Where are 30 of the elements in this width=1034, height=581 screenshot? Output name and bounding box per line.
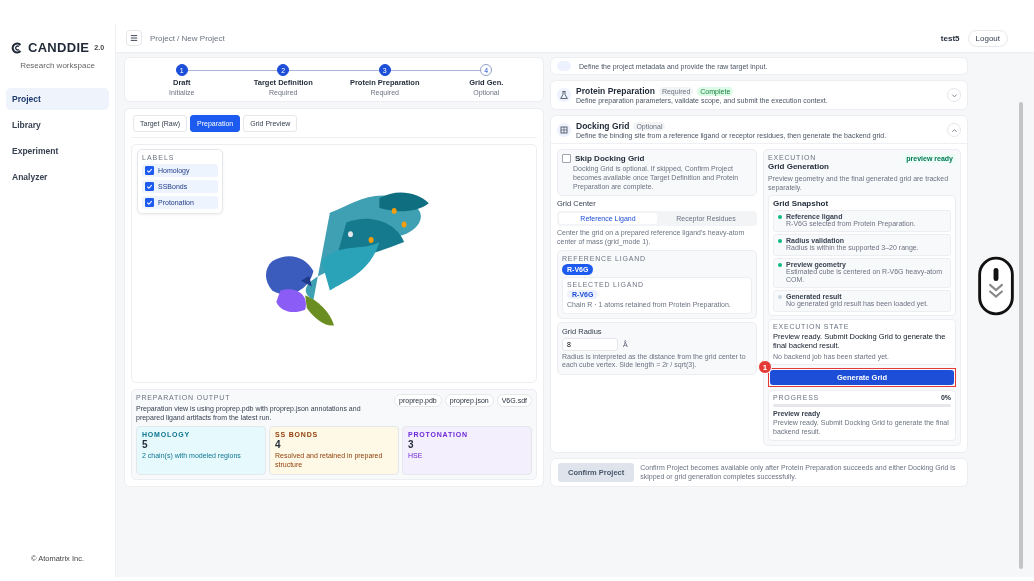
nav-item[interactable]: Project <box>6 88 109 110</box>
step-marker: 1 <box>758 360 772 375</box>
nav-item[interactable]: Library <box>6 114 109 136</box>
nav-item[interactable]: Analyzer <box>6 166 109 188</box>
stat-value: 5 <box>142 438 149 450</box>
checkbox[interactable] <box>145 166 154 175</box>
logo-icon <box>10 41 23 54</box>
execution-title: Grid Generation <box>768 162 829 171</box>
workspace-subtitle: Research workspace <box>20 61 95 70</box>
skip-label: Skip Docking Grid <box>575 154 645 163</box>
chevron-icon <box>950 126 958 134</box>
stat-value: 4 <box>275 438 282 450</box>
logout-button[interactable]: Logout <box>967 29 1008 47</box>
checkbox[interactable] <box>145 198 154 207</box>
grid-icon <box>557 123 571 137</box>
stat-value: 3 <box>408 438 415 450</box>
section-title: Docking Grid <box>576 121 630 131</box>
skip-checkbox[interactable] <box>562 154 571 163</box>
flask-icon <box>557 88 571 102</box>
menu-icon <box>130 34 138 42</box>
checkbox[interactable] <box>145 182 154 191</box>
brand-name: CANDDIE <box>27 40 90 55</box>
chevron-icon <box>950 91 958 99</box>
menu-button[interactable] <box>126 30 142 46</box>
scroll-mouse-icon <box>978 256 1014 316</box>
username: test5 <box>940 33 960 43</box>
section-title: Protein Preparation <box>576 86 655 96</box>
breadcrumb: Project / New Project <box>150 33 225 43</box>
snapshot-title: Grid Snapshot <box>773 199 830 209</box>
nav-item[interactable]: Experiment <box>6 140 109 162</box>
